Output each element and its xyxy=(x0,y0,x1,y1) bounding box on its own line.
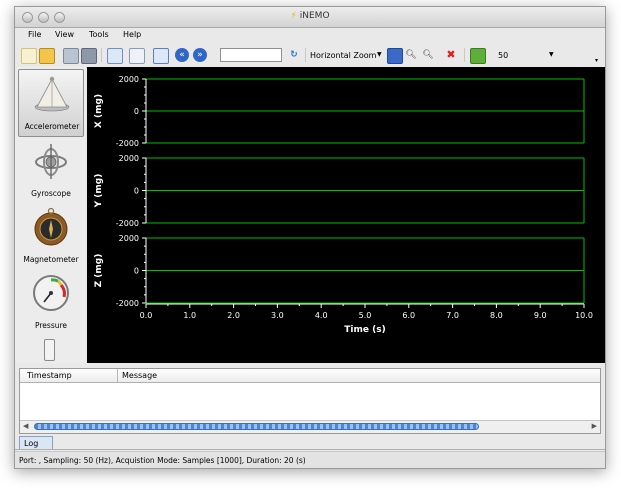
x-tick-label: 5.0 xyxy=(359,311,372,320)
log-table-header: Timestamp Message xyxy=(20,369,600,383)
horizontal-scrollbar[interactable]: ◀ ▶ xyxy=(20,420,600,433)
sidebar-item-magnetometer[interactable]: Magnetometer xyxy=(18,203,84,271)
toolbar: « » ↻ Horizontal Zoom ▼ 🔍︎ 🔍︎ ✖ 50 ▼ ▾ xyxy=(15,43,605,68)
zoom-mode-select[interactable]: Horizontal Zoom xyxy=(310,51,376,60)
chevron-down-icon[interactable]: ▼ xyxy=(377,51,382,58)
menu-file[interactable]: File xyxy=(28,30,41,39)
toolbar-separator xyxy=(464,48,465,62)
menu-tools[interactable]: Tools xyxy=(89,30,109,39)
y-tick-label: 0 xyxy=(134,267,139,276)
x-tick-label: 10.0 xyxy=(575,311,593,320)
sidebar-item-gyroscope[interactable]: Gyroscope xyxy=(18,137,84,205)
status-text: Port: , Sampling: 50 (Hz), Acquistion Mo… xyxy=(19,456,306,465)
zoom-out-icon[interactable]: 🔍︎ xyxy=(421,48,435,62)
x-tick-label: 0.0 xyxy=(140,311,153,320)
x-tick-label: 6.0 xyxy=(402,311,415,320)
sidebar-item-pressure[interactable]: Pressure xyxy=(18,269,84,337)
x-axis-label: Time (s) xyxy=(344,325,385,335)
column-header-timestamp[interactable]: Timestamp xyxy=(27,371,72,380)
samples-select[interactable]: 50 xyxy=(498,51,508,60)
sidebar-item-accelerometer[interactable]: Accelerometer xyxy=(18,69,84,137)
new-file-icon[interactable] xyxy=(21,48,37,64)
window-title: ⚡ iNEMO xyxy=(15,11,605,21)
x-tick-label: 2.0 xyxy=(227,311,240,320)
scrollbar-thumb[interactable] xyxy=(34,423,479,430)
open-folder-icon[interactable] xyxy=(39,48,55,64)
accelerometer-icon xyxy=(34,76,70,112)
save-as-icon[interactable] xyxy=(81,48,97,64)
bottom-tab-bar: Log xyxy=(15,435,605,450)
magnetometer-icon xyxy=(34,207,68,246)
zoom-in-icon[interactable]: 🔍︎ xyxy=(404,48,418,62)
log-table: Timestamp Message ◀ ▶ xyxy=(19,368,601,434)
y-tick-label: -2000 xyxy=(116,139,139,148)
chart-plot-layer: 2000 0 -2000 X (mg) 2000 0 -2000 Y (mg) 2000 0 -20… xyxy=(94,75,593,335)
y-tick-label: 2000 xyxy=(119,75,139,84)
app-window: ⚡ iNEMO File View Tools Help « » ↻ Horizo… xyxy=(14,6,606,469)
x-tick-label: 4.0 xyxy=(315,311,328,320)
grid-view-icon[interactable] xyxy=(129,48,145,64)
tab-log-label: Log xyxy=(24,439,39,448)
x-tick-label: 9.0 xyxy=(534,311,547,320)
window-title-text: iNEMO xyxy=(299,11,330,21)
y-tick-label: -2000 xyxy=(116,219,139,228)
sidebar-item-label: Magnetometer xyxy=(23,255,79,264)
column-header-message[interactable]: Message xyxy=(122,371,157,380)
rewind-icon[interactable]: « xyxy=(175,48,189,62)
app-logo-icon: ⚡ xyxy=(290,11,297,21)
y-axis-label: X (mg) xyxy=(94,94,104,128)
column-divider xyxy=(117,369,118,382)
x-tick-label: 7.0 xyxy=(446,311,459,320)
snapshot-icon[interactable] xyxy=(153,48,169,64)
scroll-left-icon[interactable]: ◀ xyxy=(23,422,28,430)
y-tick-label: 2000 xyxy=(119,154,139,163)
toolbar-overflow-icon[interactable]: ▾ xyxy=(595,57,598,64)
time-input[interactable] xyxy=(220,48,282,62)
menu-view[interactable]: View xyxy=(55,30,74,39)
clear-icon[interactable]: ✖ xyxy=(444,48,458,62)
scroll-right-icon[interactable]: ▶ xyxy=(592,422,597,430)
gyroscope-icon xyxy=(35,144,67,179)
fast-forward-icon[interactable]: » xyxy=(193,48,207,62)
sidebar-item-label: Gyroscope xyxy=(31,189,71,198)
y-tick-label: 0 xyxy=(134,187,139,196)
copy-window-icon[interactable] xyxy=(107,48,123,64)
status-bar: Port: , Sampling: 50 (Hz), Acquistion Mo… xyxy=(15,451,605,468)
thermometer-icon[interactable] xyxy=(44,339,55,361)
zoom-region-icon[interactable] xyxy=(387,48,403,64)
y-axis-label: Y (mg) xyxy=(94,174,104,209)
menu-help[interactable]: Help xyxy=(123,30,141,39)
pressure-gauge-icon xyxy=(33,275,69,311)
sidebar-item-label: Pressure xyxy=(34,321,68,330)
sensor-chart: 2000 0 -2000 X (mg) 2000 0 -2000 Y (mg) 2000 0 -20… xyxy=(87,67,605,363)
sensor-sidebar: Accelerometer Gyroscope Magnetometer Pre… xyxy=(15,67,86,363)
y-axis-label: Z (mg) xyxy=(94,254,104,288)
x-tick-label: 1.0 xyxy=(183,311,196,320)
y-tick-label: 2000 xyxy=(119,234,139,243)
y-tick-label: -2000 xyxy=(116,299,139,308)
chevron-down-icon[interactable]: ▼ xyxy=(549,51,554,58)
x-tick-label: 3.0 xyxy=(271,311,284,320)
toolbar-separator xyxy=(101,48,102,62)
menu-bar: File View Tools Help xyxy=(15,28,605,42)
refresh-icon[interactable]: ↻ xyxy=(287,48,301,62)
save-icon[interactable] xyxy=(63,48,79,64)
sidebar-item-label: Accelerometer xyxy=(24,122,80,131)
y-tick-label: 0 xyxy=(134,107,139,116)
toolbar-separator xyxy=(305,48,306,62)
title-bar: ⚡ iNEMO xyxy=(15,7,605,28)
tab-log[interactable]: Log xyxy=(19,436,53,449)
x-tick-label: 8.0 xyxy=(490,311,503,320)
chart-settings-icon[interactable] xyxy=(470,48,486,64)
